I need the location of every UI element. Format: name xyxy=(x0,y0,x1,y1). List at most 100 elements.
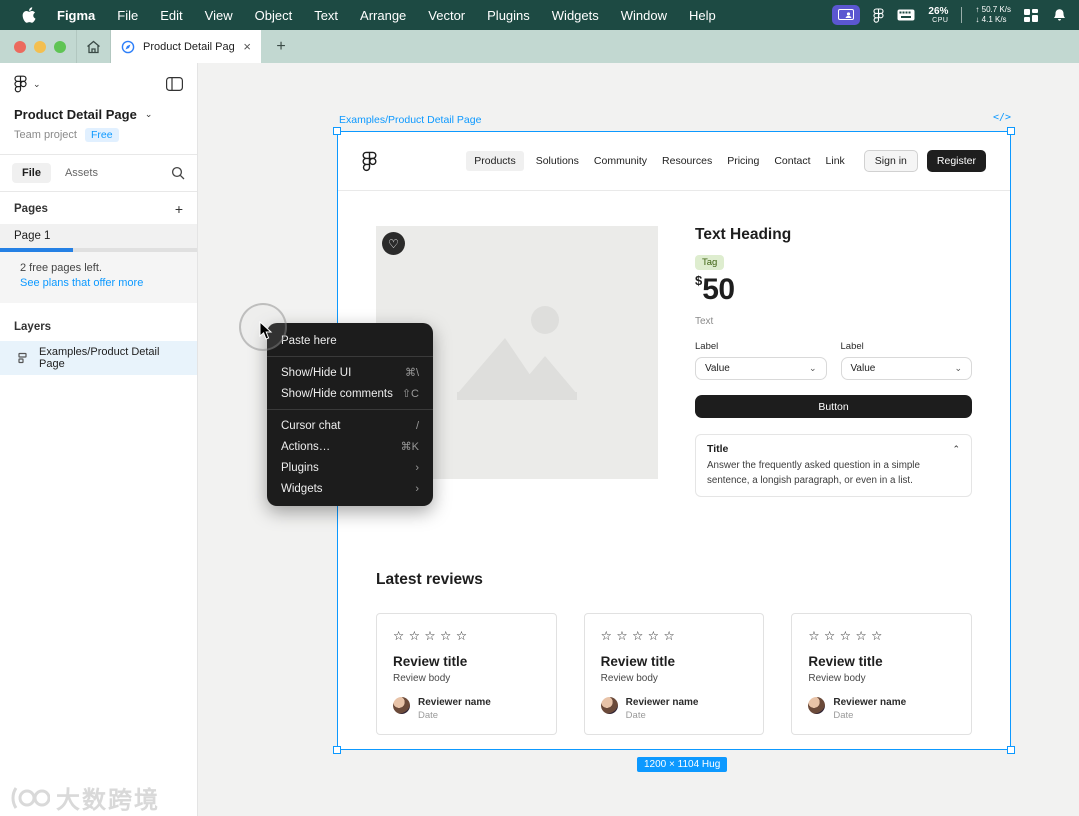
menu-divider xyxy=(267,409,433,410)
menu-text[interactable]: Text xyxy=(303,8,349,23)
file-menu-chevron-icon[interactable]: ⌄ xyxy=(145,109,153,120)
menu-file[interactable]: File xyxy=(106,8,149,23)
new-tab-button[interactable]: + xyxy=(261,30,301,63)
resize-handle-topleft[interactable] xyxy=(333,127,341,135)
resize-handle-topright[interactable] xyxy=(1007,127,1015,135)
favorite-button[interactable]: ♡ xyxy=(382,232,405,255)
nav-link-link[interactable]: Link xyxy=(823,151,848,171)
file-name-title[interactable]: Product Detail Page xyxy=(14,107,137,122)
menu-item-plugins[interactable]: Plugins › xyxy=(267,457,433,478)
reviewer-name: Reviewer name xyxy=(418,697,491,709)
notification-bell-icon[interactable] xyxy=(1052,8,1067,23)
nav-link-contact[interactable]: Contact xyxy=(771,151,813,171)
review-date: Date xyxy=(833,710,854,722)
menu-item-paste-here[interactable]: Paste here xyxy=(267,330,433,351)
close-window-button[interactable] xyxy=(14,40,26,53)
menu-vector[interactable]: Vector xyxy=(417,8,476,23)
shortcut-label: ⌘\ xyxy=(404,367,419,379)
macos-menubar: Figma File Edit View Object Text Arrange… xyxy=(0,0,1079,30)
review-body: Review body xyxy=(808,673,866,685)
tab-file[interactable]: File xyxy=(12,163,51,183)
signin-button[interactable]: Sign in xyxy=(863,150,918,172)
nav-link-pricing[interactable]: Pricing xyxy=(724,151,762,171)
image-placeholder-icon xyxy=(457,305,577,400)
product-cta-button[interactable]: Button xyxy=(695,395,972,418)
faq-title: Title xyxy=(707,443,729,455)
design-navbar: Products Solutions Community Resources P… xyxy=(338,132,1010,191)
option-field-2: Label Value ⌄ xyxy=(840,341,972,380)
page-item-page1[interactable]: Page 1 xyxy=(0,224,197,248)
resize-handle-bottomright[interactable] xyxy=(1007,746,1015,754)
frame-icon xyxy=(18,352,30,364)
close-tab-icon[interactable]: × xyxy=(243,40,251,53)
cpu-stat[interactable]: 26% CPU xyxy=(928,6,948,25)
pages-left-text: 2 free pages left. xyxy=(20,262,102,274)
apple-icon[interactable] xyxy=(22,7,36,23)
star-rating-icons: ☆☆☆☆☆ xyxy=(600,629,680,644)
nav-link-community[interactable]: Community xyxy=(591,151,650,171)
project-name[interactable]: Team project xyxy=(14,129,77,141)
menu-item-cursor-chat[interactable]: Cursor chat / xyxy=(267,415,433,436)
window-tabstrip: Product Detail Page × + xyxy=(0,30,1079,63)
traffic-lights xyxy=(0,30,77,63)
figma-logo-icon[interactable] xyxy=(14,75,27,93)
menu-item-show-hide-ui[interactable]: Show/Hide UI ⌘\ xyxy=(267,362,433,383)
value-select-1[interactable]: Value ⌄ xyxy=(695,357,827,380)
menu-view[interactable]: View xyxy=(194,8,244,23)
menu-widgets[interactable]: Widgets xyxy=(541,8,610,23)
zoom-window-button[interactable] xyxy=(54,40,66,53)
faq-accordion[interactable]: Title ⌃ Answer the frequently asked ques… xyxy=(695,434,972,498)
keyboard-icon[interactable] xyxy=(897,9,915,21)
watermark-text: 大数跨境 xyxy=(56,787,160,814)
chevron-up-icon[interactable]: ⌃ xyxy=(952,444,960,455)
product-section: ♡ Text Heading Tag $50 Text Label Value xyxy=(376,226,972,498)
nav-link-solutions[interactable]: Solutions xyxy=(533,151,582,171)
tab-assets[interactable]: Assets xyxy=(65,167,98,179)
reviewer-name: Reviewer name xyxy=(833,697,907,709)
selected-frame[interactable]: Products Solutions Community Resources P… xyxy=(337,131,1011,750)
design-logo-icon xyxy=(362,151,377,172)
plan-badge[interactable]: Free xyxy=(84,128,119,142)
search-icon[interactable] xyxy=(171,166,185,180)
register-button[interactable]: Register xyxy=(926,150,986,172)
submenu-arrow-icon: › xyxy=(415,461,419,474)
nav-link-products[interactable]: Products xyxy=(466,151,524,171)
progress-fill xyxy=(0,248,73,252)
screen-share-icon[interactable] xyxy=(832,5,861,25)
menu-item-show-hide-comments[interactable]: Show/Hide comments ⇧C xyxy=(267,383,433,404)
menu-item-widgets[interactable]: Widgets › xyxy=(267,478,433,499)
home-tab-button[interactable] xyxy=(77,30,111,63)
file-tab[interactable]: Product Detail Page × xyxy=(111,30,261,63)
nav-link-resources[interactable]: Resources xyxy=(659,151,715,171)
menu-divider xyxy=(267,356,433,357)
statusbar-divider xyxy=(961,7,963,23)
review-title: Review title xyxy=(808,654,883,670)
value-select-2[interactable]: Value ⌄ xyxy=(840,357,972,380)
menu-arrange[interactable]: Arrange xyxy=(349,8,417,23)
dev-mode-icon[interactable]: </> xyxy=(993,112,1011,123)
layer-item-name: Examples/Product Detail Page xyxy=(39,346,160,370)
layer-item-selected[interactable]: Examples/Product Detail Page xyxy=(0,341,197,375)
heart-icon: ♡ xyxy=(388,236,399,251)
menu-figma[interactable]: Figma xyxy=(46,8,106,23)
menu-window[interactable]: Window xyxy=(610,8,678,23)
menu-help[interactable]: Help xyxy=(678,8,727,23)
frame-name-label[interactable]: Examples/Product Detail Page xyxy=(339,114,481,126)
reviewer-name: Reviewer name xyxy=(625,697,699,709)
chevron-down-icon: ⌄ xyxy=(954,363,962,373)
menu-object[interactable]: Object xyxy=(244,8,304,23)
menu-plugins[interactable]: Plugins xyxy=(476,8,541,23)
figma-status-icon[interactable] xyxy=(873,7,884,23)
window-manager-icon[interactable] xyxy=(1024,8,1039,22)
toggle-sidebar-icon[interactable] xyxy=(166,77,183,91)
menu-edit[interactable]: Edit xyxy=(149,8,193,23)
menu-item-actions[interactable]: Actions… ⌘K xyxy=(267,436,433,457)
minimize-window-button[interactable] xyxy=(34,40,46,53)
chevron-down-icon[interactable]: ⌄ xyxy=(33,79,41,90)
review-body: Review body xyxy=(600,673,658,685)
shortcut-label: ⇧C xyxy=(401,388,419,400)
resize-handle-bottomleft[interactable] xyxy=(333,746,341,754)
see-plans-link[interactable]: See plans that offer more xyxy=(20,277,177,289)
add-page-button[interactable]: + xyxy=(175,201,183,217)
network-stat[interactable]: ↑ 50.7 K/s ↓ 4.1 K/s xyxy=(975,5,1011,24)
